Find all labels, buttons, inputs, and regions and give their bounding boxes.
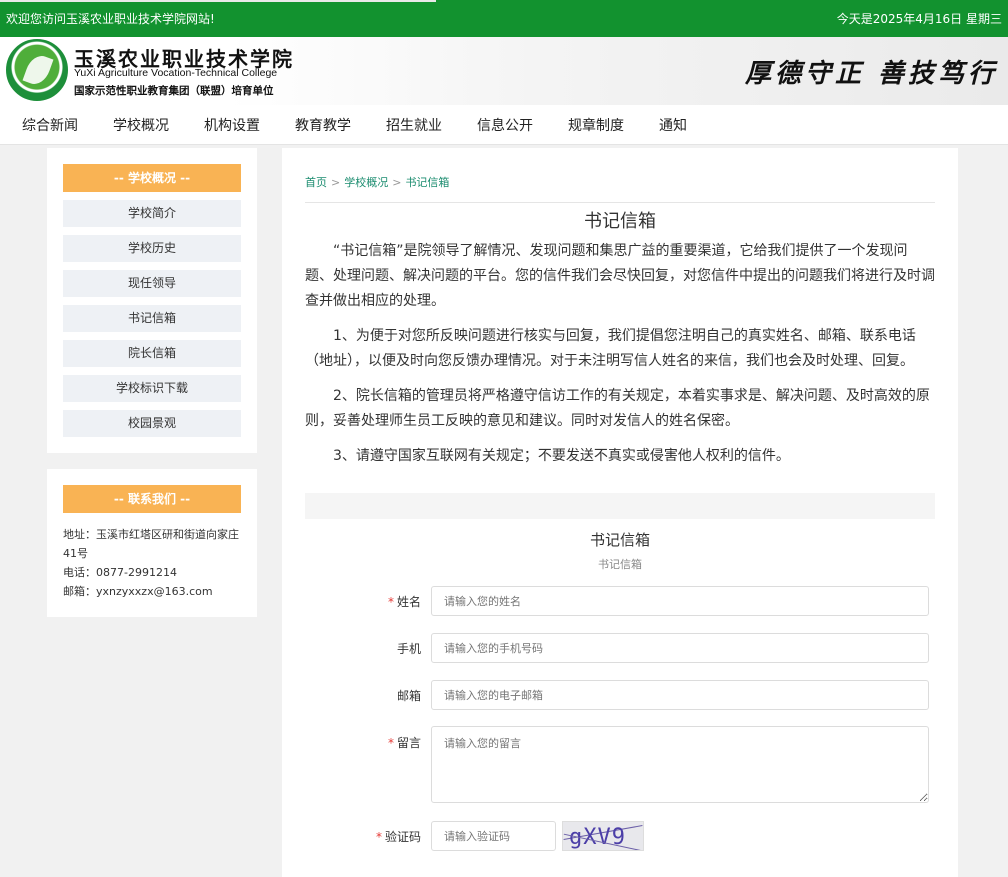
email-input[interactable] <box>431 680 929 710</box>
nav-item-overview[interactable]: 学校概况 <box>113 115 169 135</box>
nav-item-departments[interactable]: 机构设置 <box>204 115 260 135</box>
main-nav: 综合新闻 学校概况 机构设置 教育教学 招生就业 信息公开 规章制度 通知 <box>0 105 1008 145</box>
email-label: 邮箱 <box>396 688 421 703</box>
contact-address: 地址：玉溪市红塔区研和街道向家庄41号 <box>63 528 239 560</box>
nav-item-disclosure[interactable]: 信息公开 <box>477 115 533 135</box>
school-motto: 厚德守正 善技笃行 <box>744 59 998 89</box>
phone-label: 手机 <box>396 641 421 656</box>
rule-paragraph-3: 3、请遵守国家互联网有关规定；不要发送不真实或侵害他人权利的信件。 <box>333 448 790 464</box>
school-name-en: YuXi Agriculture Vocation-Technical Coll… <box>74 67 278 79</box>
name-row: * 姓名 <box>305 586 935 616</box>
contact-title: -- 联系我们 -- <box>63 485 241 513</box>
captcha-label: * 验证码 <box>375 829 421 844</box>
form-subtitle: 书记信箱 <box>598 558 642 571</box>
page-title: 书记信箱 <box>584 211 656 232</box>
sidebar-item-campus-scenery[interactable]: 校园景观 <box>63 410 241 437</box>
email-row: 邮箱 <box>305 680 935 710</box>
captcha-row: *验证码 gXV9 <box>305 821 935 851</box>
overview-menu: -- 学校概况 -- 学校简介 学校历史 现任领导 书记信箱 院长信箱 学校标识… <box>47 148 257 453</box>
site-header: 玉溪农业职业技术学院 YuXi Agriculture Vocation-Tec… <box>0 37 1008 105</box>
sidebar-item-history[interactable]: 学校历史 <box>63 235 241 262</box>
welcome-text: 欢迎您访问玉溪农业职业技术学院网站! <box>6 12 215 26</box>
nav-item-education[interactable]: 教育教学 <box>295 115 351 135</box>
message-textarea[interactable] <box>431 726 929 803</box>
nav-item-notices[interactable]: 通知 <box>659 115 687 135</box>
message-label: * 留言 <box>387 736 421 750</box>
phone-row: 手机 <box>305 633 935 663</box>
breadcrumb: 首页 > 学校概况 > 书记信箱 <box>305 174 935 203</box>
breadcrumb-section[interactable]: 学校概况 <box>344 176 388 189</box>
phone-input[interactable] <box>431 633 929 663</box>
name-input[interactable] <box>431 586 929 616</box>
breadcrumb-current[interactable]: 书记信箱 <box>405 176 449 189</box>
sidebar-item-logo-download[interactable]: 学校标识下载 <box>63 375 241 402</box>
nav-item-admissions[interactable]: 招生就业 <box>386 115 442 135</box>
rule-paragraph-2: 2、院长信箱的管理员将严格遵守信访工作的有关规定，本着实事求是、解决问题、及时高… <box>305 388 930 429</box>
contact-phone: 电话：0877-2991214 <box>63 566 177 579</box>
rule-paragraph-1: 1、为便于对您所反映问题进行核实与回复，我们提倡您注明自己的真实姓名、邮箱、联系… <box>305 328 916 369</box>
sidebar: -- 学校概况 -- 学校简介 学校历史 现任领导 书记信箱 院长信箱 学校标识… <box>47 148 257 633</box>
intro-paragraph: “书记信箱”是院领导了解情况、发现问题和集思广益的重要渠道，它给我们提供了一个发… <box>305 243 935 309</box>
top-bar: 欢迎您访问玉溪农业职业技术学院网站! 今天是2025年4月16日 星期三 <box>0 0 1008 37</box>
form-title: 书记信箱 <box>589 531 650 549</box>
school-logo-icon[interactable] <box>6 39 68 101</box>
sidebar-item-leaders[interactable]: 现任领导 <box>63 270 241 297</box>
contact-email: 邮箱：yxnzyxxzx@163.com <box>63 585 213 598</box>
captcha-input[interactable] <box>431 821 556 851</box>
date-text: 今天是2025年4月16日 星期三 <box>836 12 1002 26</box>
main-content: 首页 > 学校概况 > 书记信箱 书记信箱 “书记信箱”是院领导了解情况、发现问题和集思… <box>282 148 958 877</box>
captcha-text: gXV9 <box>569 825 626 850</box>
message-row: * 留言 <box>305 726 935 803</box>
nav-item-news[interactable]: 综合新闻 <box>22 115 78 135</box>
sidebar-item-president-mailbox[interactable]: 院长信箱 <box>63 340 241 367</box>
school-subtitle: 国家示范性职业教育集团（联盟）培育单位 <box>74 85 274 97</box>
name-label: * 姓名 <box>387 594 421 609</box>
captcha-image[interactable]: gXV9 <box>562 821 644 851</box>
contact-card: -- 联系我们 -- 地址：玉溪市红塔区研和街道向家庄41号 电话：0877-2… <box>47 469 257 617</box>
sidebar-item-secretary-mailbox[interactable]: 书记信箱 <box>63 305 241 332</box>
overview-menu-title: -- 学校概况 -- <box>63 164 241 192</box>
nav-item-regulations[interactable]: 规章制度 <box>568 115 624 135</box>
sidebar-item-intro[interactable]: 学校简介 <box>63 200 241 227</box>
breadcrumb-home[interactable]: 首页 <box>305 176 327 189</box>
form-divider <box>305 493 935 519</box>
